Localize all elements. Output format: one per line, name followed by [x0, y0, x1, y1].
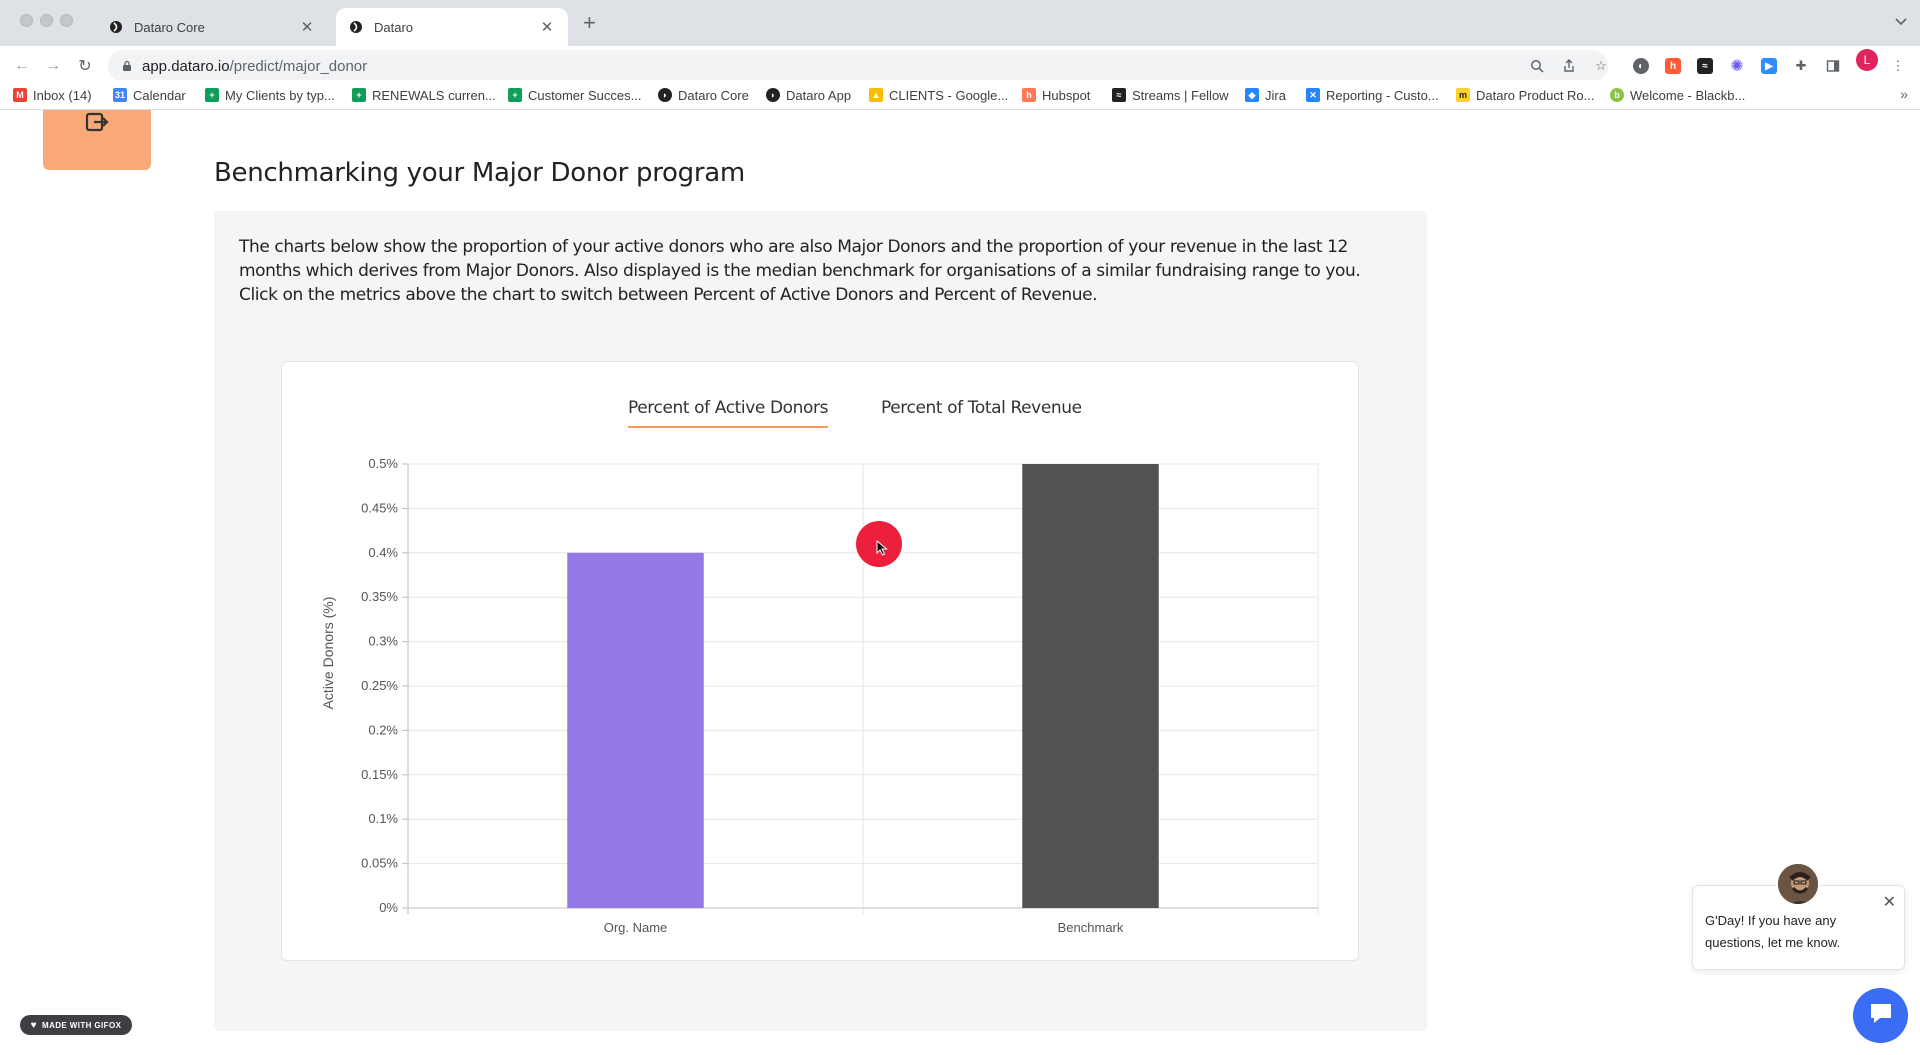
bookmark-label: Streams | Fellow	[1132, 87, 1229, 103]
click-indicator	[856, 521, 902, 567]
bookmark-reporting[interactable]: ✕ Reporting - Custo...	[1306, 85, 1439, 105]
close-icon[interactable]: ✕	[1883, 892, 1896, 912]
new-tab-button[interactable]: +	[583, 12, 596, 34]
bookmark-label: Dataro Product Ro...	[1476, 87, 1595, 103]
bookmark-dataro-core[interactable]: ◗ Dataro Core	[658, 85, 749, 105]
sheets-icon: +	[508, 88, 522, 102]
bookmark-star-icon[interactable]: ☆	[1591, 56, 1611, 76]
sparkle-extension-icon[interactable]: ✺	[1727, 56, 1747, 76]
bookmark-label: Inbox (14)	[33, 87, 92, 103]
back-arrow-icon[interactable]: ←	[12, 56, 32, 76]
browser-tab-dataro-core[interactable]: Dataro Core ✕	[96, 8, 328, 46]
bookmark-dataro-product[interactable]: m Dataro Product Ro...	[1456, 85, 1595, 105]
browser-tab-bar: Dataro Core ✕ Dataro ✕ +	[0, 0, 1920, 46]
forward-arrow-icon[interactable]: →	[43, 56, 63, 76]
chat-launcher-button[interactable]	[1853, 988, 1908, 1043]
miro-icon: m	[1456, 88, 1470, 102]
bookmark-label: CLIENTS - Google...	[889, 87, 1009, 103]
drive-icon: ▲	[869, 88, 883, 102]
dataro-icon: ◗	[658, 88, 672, 102]
bookmark-hubspot[interactable]: h Hubspot	[1022, 85, 1090, 105]
chat-message-text: G'Day! If you have any questions, let me…	[1705, 913, 1841, 950]
bookmark-dataro-app[interactable]: ◗ Dataro App	[766, 85, 851, 105]
dataro-icon	[348, 19, 364, 35]
watermark-label: MADE WITH GIFOX	[42, 1020, 122, 1030]
pointer-cursor-icon	[876, 539, 888, 561]
bookmark-jira[interactable]: ◆ Jira	[1245, 85, 1286, 105]
extensions-puzzle-icon[interactable]: ✚	[1791, 56, 1811, 76]
calendar-icon: 31	[113, 88, 127, 102]
gmail-icon: M	[13, 88, 27, 102]
extension-icon[interactable]: ◐	[1631, 56, 1651, 76]
confluence-icon: ✕	[1306, 88, 1320, 102]
bookmark-gmail[interactable]: M Inbox (14)	[13, 85, 92, 105]
side-panel-icon[interactable]	[1823, 56, 1843, 76]
browser-tab-dataro[interactable]: Dataro ✕	[336, 8, 568, 46]
logout-icon	[84, 112, 110, 141]
tab-title: Dataro	[374, 19, 414, 35]
zoom-icon[interactable]	[1527, 56, 1547, 76]
bookmarks-overflow-icon[interactable]: »	[1900, 86, 1908, 102]
url-host: app.dataro.io	[142, 57, 230, 75]
chat-agent-avatar	[1776, 862, 1820, 906]
bookmark-label: Dataro App	[786, 87, 852, 103]
bookmark-label: Hubspot	[1042, 87, 1091, 103]
fellow-extension-icon[interactable]: ≈	[1695, 56, 1715, 76]
dataro-icon: ◗	[766, 88, 780, 102]
sidebar-logout-tile[interactable]	[43, 110, 151, 170]
tab-percent-total-revenue[interactable]: Percent of Total Revenue	[881, 398, 1082, 426]
sheets-icon: +	[205, 88, 219, 102]
bookmark-renewals[interactable]: + RENEWALS curren...	[352, 85, 496, 105]
tab-search-chevron-icon[interactable]	[1894, 14, 1908, 33]
url-path: /predict/major_donor	[229, 57, 368, 75]
window-minimize-button[interactable]	[40, 14, 53, 27]
window-close-button[interactable]	[20, 14, 33, 27]
lock-icon	[122, 60, 132, 72]
bookmark-calendar[interactable]: 31 Calendar	[113, 85, 186, 105]
page-title: Benchmarking your Major Donor program	[214, 158, 745, 188]
bookmark-blackbaud[interactable]: b Welcome - Blackb...	[1610, 85, 1745, 105]
zoom-extension-icon[interactable]: ▶	[1759, 56, 1779, 76]
kebab-menu-icon[interactable]: ⋮	[1888, 56, 1908, 76]
bookmark-label: Calendar	[133, 87, 186, 103]
bookmark-fellow[interactable]: ≈ Streams | Fellow	[1112, 85, 1229, 105]
address-bar[interactable]: app.dataro.io/predict/major_donor	[108, 50, 1608, 82]
gifox-watermark: ♥ MADE WITH GIFOX	[20, 1015, 132, 1035]
window-zoom-button[interactable]	[60, 14, 73, 27]
benchmark-description: The charts below show the proportion of …	[239, 237, 1361, 305]
gifox-icon: ♥	[30, 1019, 37, 1031]
bookmarks-bar: M Inbox (14) 31 Calendar + My Clients by ty…	[0, 80, 1920, 110]
dataro-icon	[108, 19, 124, 35]
bookmark-label: Reporting - Custo...	[1326, 87, 1439, 103]
jira-icon: ◆	[1245, 88, 1259, 102]
bookmark-label: Customer Succes...	[528, 87, 642, 103]
chat-icon	[1868, 1000, 1894, 1031]
bookmark-label: Welcome - Blackb...	[1630, 87, 1746, 103]
bookmark-customer-success[interactable]: + Customer Succes...	[508, 85, 641, 105]
fellow-icon: ≈	[1112, 88, 1126, 102]
reload-icon[interactable]: ↻	[75, 56, 95, 76]
tab-percent-active-donors[interactable]: Percent of Active Donors	[628, 398, 828, 428]
close-icon[interactable]: ✕	[298, 18, 316, 36]
bookmark-label: My Clients by typ...	[225, 87, 335, 103]
sheets-icon: +	[352, 88, 366, 102]
profile-avatar[interactable]: L	[1856, 49, 1878, 71]
bookmark-label: RENEWALS curren...	[372, 87, 496, 103]
bookmark-my-clients[interactable]: + My Clients by typ...	[205, 85, 335, 105]
blackbaud-icon: b	[1610, 88, 1624, 102]
close-icon[interactable]: ✕	[538, 18, 556, 36]
share-icon[interactable]	[1559, 56, 1579, 76]
bookmark-label: Jira	[1265, 87, 1286, 103]
chart-card	[281, 361, 1359, 961]
bookmark-clients-google[interactable]: ▲ CLIENTS - Google...	[869, 85, 1008, 105]
bookmark-label: Dataro Core	[678, 87, 749, 103]
tab-title: Dataro Core	[134, 19, 205, 35]
hubspot-icon: h	[1022, 88, 1036, 102]
hubspot-extension-icon[interactable]: h	[1663, 56, 1683, 76]
